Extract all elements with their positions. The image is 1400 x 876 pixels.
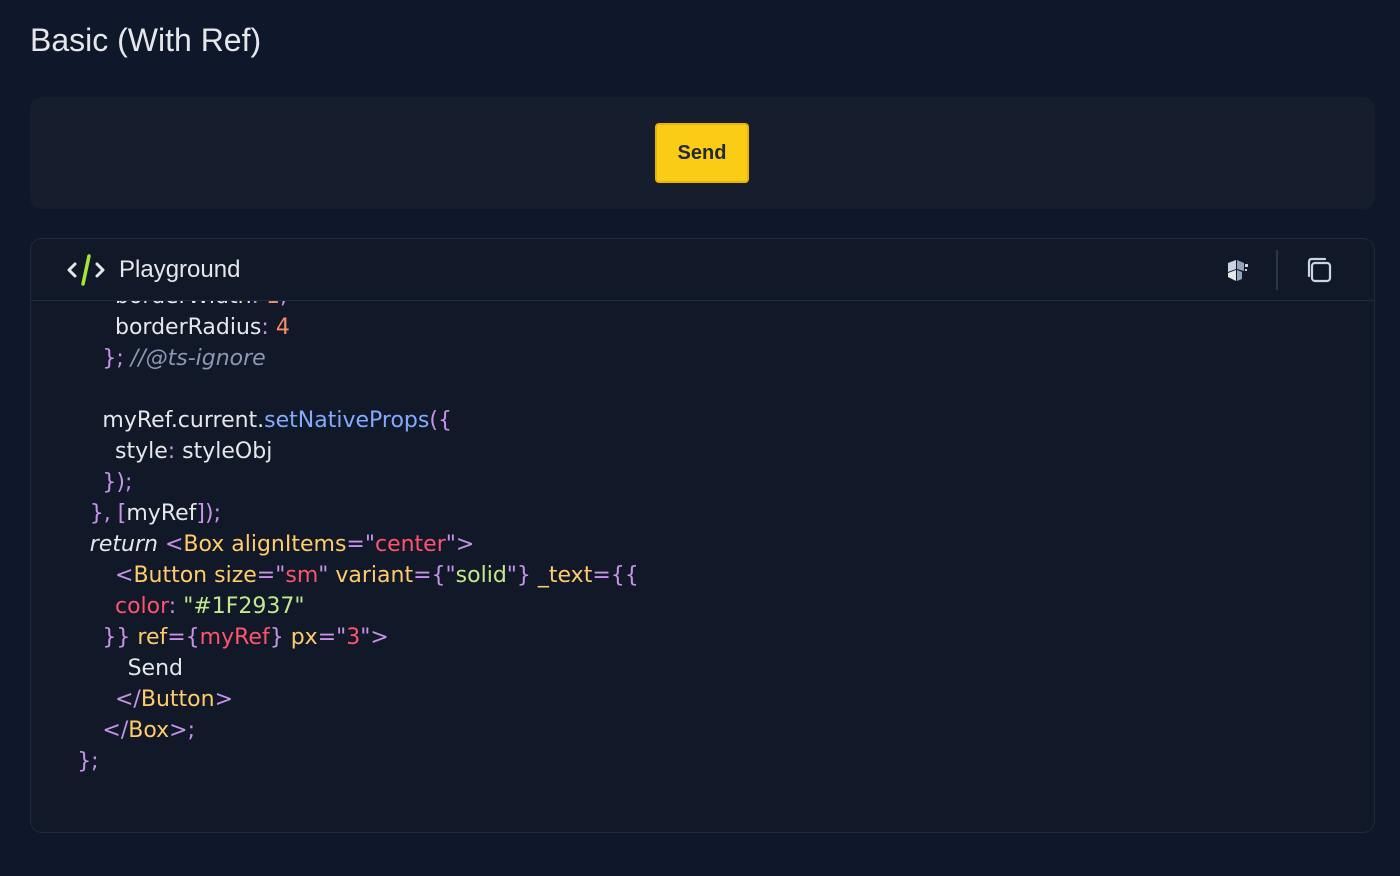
code-line: Send <box>77 653 639 684</box>
code-token: ref <box>137 625 168 650</box>
code-token: "#1F2937" <box>183 594 305 619</box>
code-token: ]); <box>196 501 221 526</box>
code-token: sm <box>285 563 319 588</box>
playground-panel: Playground borderWidth: 1,borderRadius: … <box>30 238 1375 833</box>
code-token: variant <box>335 563 414 588</box>
code-line: myRef.current.setNativeProps({ <box>77 405 639 436</box>
code-token: =" <box>317 625 347 650</box>
send-button[interactable]: Send <box>655 123 749 183</box>
code-line: <Button size="sm" variant={"solid"} _tex… <box>77 560 639 591</box>
code-token: myRef <box>126 501 197 526</box>
code-line: }); <box>77 467 639 498</box>
code-line: style: styleObj <box>77 436 639 467</box>
playground-header: Playground <box>31 239 1374 301</box>
playground-title: Playground <box>119 256 241 283</box>
code-token: 1 <box>266 301 280 309</box>
code-token: styleObj <box>182 439 273 464</box>
code-token: Box <box>183 532 232 557</box>
code-token: Send <box>127 656 184 681</box>
code-token: "} <box>506 563 538 588</box>
page-title: Basic (With Ref) <box>30 22 262 58</box>
code-token: }, [ <box>89 501 127 526</box>
code-line: return <Box alignItems="center"> <box>77 529 639 560</box>
code-token: : <box>261 315 276 340</box>
code-token: : <box>252 301 266 309</box>
code-token: < <box>115 563 134 588</box>
code-token: color <box>115 594 169 619</box>
code-token: =" <box>346 532 375 557</box>
code-token: alignItems <box>231 532 347 557</box>
code-token: < <box>164 532 184 557</box>
code-line: }; //@ts-ignore <box>77 343 639 374</box>
code-token: ={ <box>167 625 200 650</box>
code-token: " <box>318 563 336 588</box>
code-token: "> <box>360 625 389 650</box>
code-token: borderWidth <box>115 301 252 309</box>
code-token: ={{ <box>592 563 639 588</box>
open-sandbox-button[interactable] <box>1222 255 1252 285</box>
code-line: borderRadius: 4 <box>77 312 639 343</box>
code-token: >; <box>169 718 196 743</box>
code-lines: borderWidth: 1,borderRadius: 4}; //@ts-i… <box>77 301 639 777</box>
code-line: borderWidth: 1, <box>77 301 639 312</box>
code-token: ({ <box>429 408 452 433</box>
code-token: }} <box>102 625 138 650</box>
copy-icon <box>1307 257 1332 283</box>
code-token: }; <box>102 346 131 371</box>
code-token: ={" <box>413 563 456 588</box>
code-line: }; <box>77 746 639 777</box>
header-divider <box>1276 250 1278 290</box>
code-line: </Button> <box>77 684 639 715</box>
code-token: size <box>214 563 257 588</box>
copy-code-button[interactable] <box>1304 255 1334 285</box>
code-token: Button <box>140 687 215 712</box>
code-token: Button <box>133 563 215 588</box>
code-editor[interactable]: borderWidth: 1,borderRadius: 4}; //@ts-i… <box>31 301 1374 832</box>
code-token: > <box>214 687 233 712</box>
code-line: }, [myRef]); <box>77 498 639 529</box>
code-brackets-icon <box>67 254 105 286</box>
code-token: borderRadius <box>115 315 262 340</box>
code-line: </Box>; <box>77 715 639 746</box>
code-token: }; <box>77 749 99 774</box>
code-token: return <box>89 532 165 557</box>
code-token: px <box>290 625 318 650</box>
code-token: style <box>115 439 168 464</box>
code-token: : <box>167 439 183 464</box>
code-token: =" <box>256 563 286 588</box>
code-token: </ <box>102 718 129 743</box>
code-token: "> <box>445 532 475 557</box>
code-token: </ <box>115 687 141 712</box>
code-token: //@ts-ignore <box>130 346 266 371</box>
code-token: 4 <box>275 315 290 340</box>
code-token: }); <box>102 470 133 495</box>
preview-panel: Send <box>30 97 1375 209</box>
code-token: Box <box>128 718 170 743</box>
code-token: : <box>168 594 184 619</box>
code-line: }} ref={myRef} px="3"> <box>77 622 639 653</box>
code-token: myRef.current. <box>102 408 265 433</box>
code-token: setNativeProps <box>264 408 430 433</box>
code-token: _text <box>537 563 593 588</box>
code-token: solid <box>455 563 507 588</box>
code-token: 3 <box>346 625 361 650</box>
code-line: color: "#1F2937" <box>77 591 639 622</box>
codesandbox-icon <box>1228 260 1248 281</box>
code-token: myRef <box>199 625 270 650</box>
code-token: , <box>280 301 287 309</box>
code-token: center <box>374 532 446 557</box>
code-token: } <box>269 625 291 650</box>
